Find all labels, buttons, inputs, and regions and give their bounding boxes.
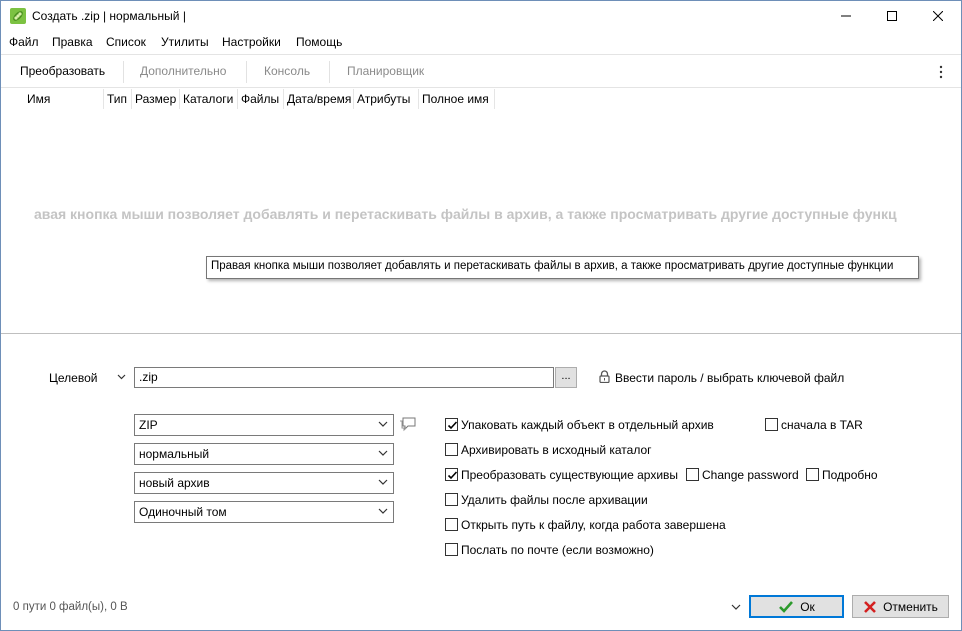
checkbox-tar-first[interactable]: [765, 418, 778, 431]
toolbar-divider: [329, 61, 330, 83]
checkbox-change-password[interactable]: [686, 468, 699, 481]
toolbar-divider: [123, 61, 124, 83]
format-select-value: ZIP: [139, 418, 158, 432]
checkbox-delete-after-label: Удалить файлы после архивации: [461, 493, 648, 507]
archive-mode-select[interactable]: новый архив: [134, 472, 394, 494]
column-header-name[interactable]: Имя: [24, 89, 104, 109]
checkbox-verbose[interactable]: [806, 468, 819, 481]
checkbox-tar-first-label: сначала в TAR: [781, 418, 863, 432]
menu-bar: Файл Правка Список Утилиты Настройки Пом…: [1, 32, 961, 52]
chevron-down-icon[interactable]: [731, 604, 741, 611]
checkbox-convert-existing[interactable]: [445, 468, 458, 481]
cancel-button[interactable]: Отменить: [852, 595, 949, 618]
maximize-button[interactable]: [869, 1, 915, 31]
checkbox-to-source[interactable]: [445, 443, 458, 456]
column-header-files[interactable]: Файлы: [238, 89, 284, 109]
status-text: 0 пути 0 файл(ы), 0 В: [13, 601, 128, 613]
checkbox-verbose-label: Подробно: [822, 468, 878, 482]
password-link[interactable]: Ввести пароль / выбрать ключевой файл: [615, 371, 844, 385]
chevron-down-icon: [378, 479, 388, 485]
compression-level-value: нормальный: [139, 447, 210, 461]
compression-level-select[interactable]: нормальный: [134, 443, 394, 465]
checkbox-pack-each-label: Упаковать каждый объект в отдельный архи…: [461, 418, 714, 432]
ok-button-label: Ок: [800, 599, 815, 614]
column-header-fullname[interactable]: Полное имя: [419, 89, 495, 109]
options-toolbar: Преобразовать Дополнительно Консоль План…: [1, 54, 961, 88]
menu-list[interactable]: Список: [106, 35, 146, 49]
toolbar-divider: [246, 61, 247, 83]
check-icon: [447, 421, 458, 430]
menu-file[interactable]: Файл: [9, 35, 39, 49]
menu-help[interactable]: Помощь: [296, 35, 342, 49]
maximize-icon: [887, 11, 897, 21]
check-icon: [447, 471, 458, 480]
column-header-datetime[interactable]: Дата/время: [284, 89, 354, 109]
drop-hint-text: авая кнопка мыши позволяет добавлять и п…: [34, 206, 897, 222]
volume-value: Одиночный том: [139, 505, 227, 519]
checkmark-icon: [779, 600, 794, 613]
volume-select[interactable]: Одиночный том: [134, 501, 394, 523]
target-label: Целевой: [49, 371, 98, 385]
menu-edit[interactable]: Правка: [52, 35, 93, 49]
browse-button[interactable]: ...: [555, 367, 577, 388]
target-path-input[interactable]: .zip: [134, 367, 554, 388]
cancel-x-icon: [864, 600, 876, 613]
checkbox-open-path-label: Открыть путь к файлу, когда работа завер…: [461, 518, 726, 532]
more-options-icon[interactable]: [937, 64, 945, 80]
menu-settings[interactable]: Настройки: [222, 35, 281, 49]
hint-tooltip: Правая кнопка мыши позволяет добавлять и…: [206, 256, 919, 279]
column-header-size[interactable]: Размер: [132, 89, 180, 109]
menu-tools[interactable]: Утилиты: [161, 35, 209, 49]
file-list[interactable]: Имя Тип Размер Каталоги Файлы Дата/время…: [1, 89, 961, 334]
checkbox-delete-after[interactable]: [445, 493, 458, 506]
column-header-type[interactable]: Тип: [104, 89, 132, 109]
checkbox-send-mail-label: Послать по почте (если возможно): [461, 543, 654, 557]
archive-mode-value: новый архив: [139, 476, 210, 490]
peazip-app-icon: [10, 8, 26, 24]
column-header-folders[interactable]: Каталоги: [180, 89, 238, 109]
minimize-icon: [841, 15, 851, 17]
chevron-down-icon: [378, 508, 388, 514]
ok-button[interactable]: Ок: [749, 595, 844, 618]
tab-convert[interactable]: Преобразовать: [20, 64, 105, 78]
checkbox-to-source-label: Архивировать в исходный каталог: [461, 443, 652, 457]
tab-console[interactable]: Консоль: [264, 64, 310, 78]
checkbox-send-mail[interactable]: [445, 543, 458, 556]
cancel-button-label: Отменить: [883, 599, 938, 614]
checkbox-pack-each[interactable]: [445, 418, 458, 431]
archive-window: Создать .zip | нормальный | Файл Правка …: [0, 0, 962, 631]
window-title: Создать .zip | нормальный |: [32, 9, 186, 23]
checkbox-open-path[interactable]: [445, 518, 458, 531]
tab-advanced[interactable]: Дополнительно: [140, 64, 226, 78]
lock-icon[interactable]: [599, 370, 610, 383]
title-bar: Создать .zip | нормальный |: [1, 1, 961, 31]
close-button[interactable]: [915, 1, 961, 31]
checkbox-convert-existing-label: Преобразовать существующие архивы: [461, 468, 679, 482]
checkbox-change-password-label: Change password: [702, 468, 799, 482]
minimize-button[interactable]: [823, 1, 869, 31]
chevron-down-icon: [378, 450, 388, 456]
comment-icon[interactable]: [399, 416, 417, 432]
chevron-down-icon: [378, 421, 388, 427]
tab-scheduler[interactable]: Планировщик: [347, 64, 424, 78]
column-header-attributes[interactable]: Атрибуты: [354, 89, 419, 109]
format-select[interactable]: ZIP: [134, 414, 394, 436]
close-icon: [933, 11, 943, 21]
chevron-down-icon[interactable]: [117, 374, 126, 380]
